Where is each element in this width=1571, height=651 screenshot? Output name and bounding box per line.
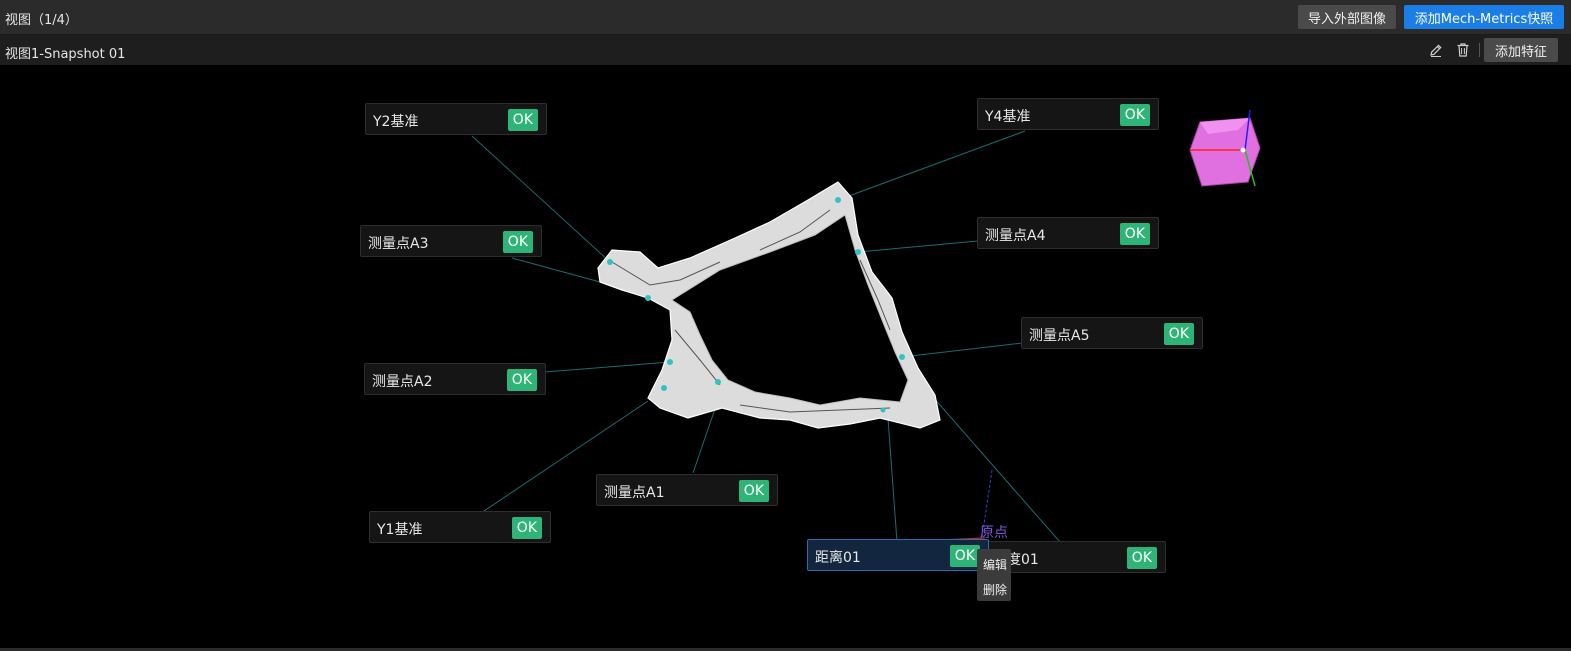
feature-label: 测量点A1 (604, 485, 665, 501)
feature-label: 测量点A2 (372, 374, 433, 390)
feature-card[interactable]: 测量点A2 OK (364, 363, 546, 395)
feature-card[interactable]: 测量点A4 OK (977, 217, 1159, 249)
scene-graphics (471, 109, 1261, 543)
subframe-part (597, 181, 941, 429)
status-badge: OK (949, 545, 980, 567)
feature-label: 测量点A4 (985, 228, 1046, 244)
feature-card[interactable]: 测量点A5 OK (1021, 317, 1203, 349)
feature-label: Y1基准 (377, 522, 423, 538)
context-menu: 编辑 删除 (977, 549, 1011, 601)
status-badge: OK (506, 369, 537, 391)
status-badge: OK (1126, 547, 1157, 569)
feature-card[interactable]: 度01 OK (984, 541, 1166, 573)
status-badge: OK (511, 517, 542, 539)
status-badge: OK (738, 480, 769, 502)
context-menu-delete[interactable]: 删除 (983, 581, 1007, 598)
status-badge: OK (1119, 223, 1150, 245)
feature-label: Y4基准 (985, 109, 1031, 125)
context-menu-edit[interactable]: 编辑 (983, 556, 1007, 573)
feature-label: Y2基准 (373, 114, 419, 130)
feature-label: 测量点A5 (1029, 328, 1090, 344)
status-badge: OK (1119, 104, 1150, 126)
feature-card[interactable]: 测量点A3 OK (360, 225, 542, 257)
status-badge: OK (502, 231, 533, 253)
status-badge: OK (507, 109, 538, 131)
orientation-cube-icon (1189, 109, 1261, 187)
feature-card[interactable]: 测量点A1 OK (596, 474, 778, 506)
origin-label: 原点 (980, 525, 1008, 541)
feature-label: 度01 (1007, 552, 1039, 568)
feature-card-selected[interactable]: 距离01 OK (807, 539, 989, 571)
status-badge: OK (1163, 323, 1194, 345)
feature-label: 测量点A3 (368, 236, 429, 252)
feature-label: 距离01 (815, 550, 861, 566)
feature-card[interactable]: Y2基准 OK (365, 103, 547, 135)
feature-card[interactable]: Y1基准 OK (369, 511, 551, 543)
feature-card[interactable]: Y4基准 OK (977, 98, 1159, 130)
